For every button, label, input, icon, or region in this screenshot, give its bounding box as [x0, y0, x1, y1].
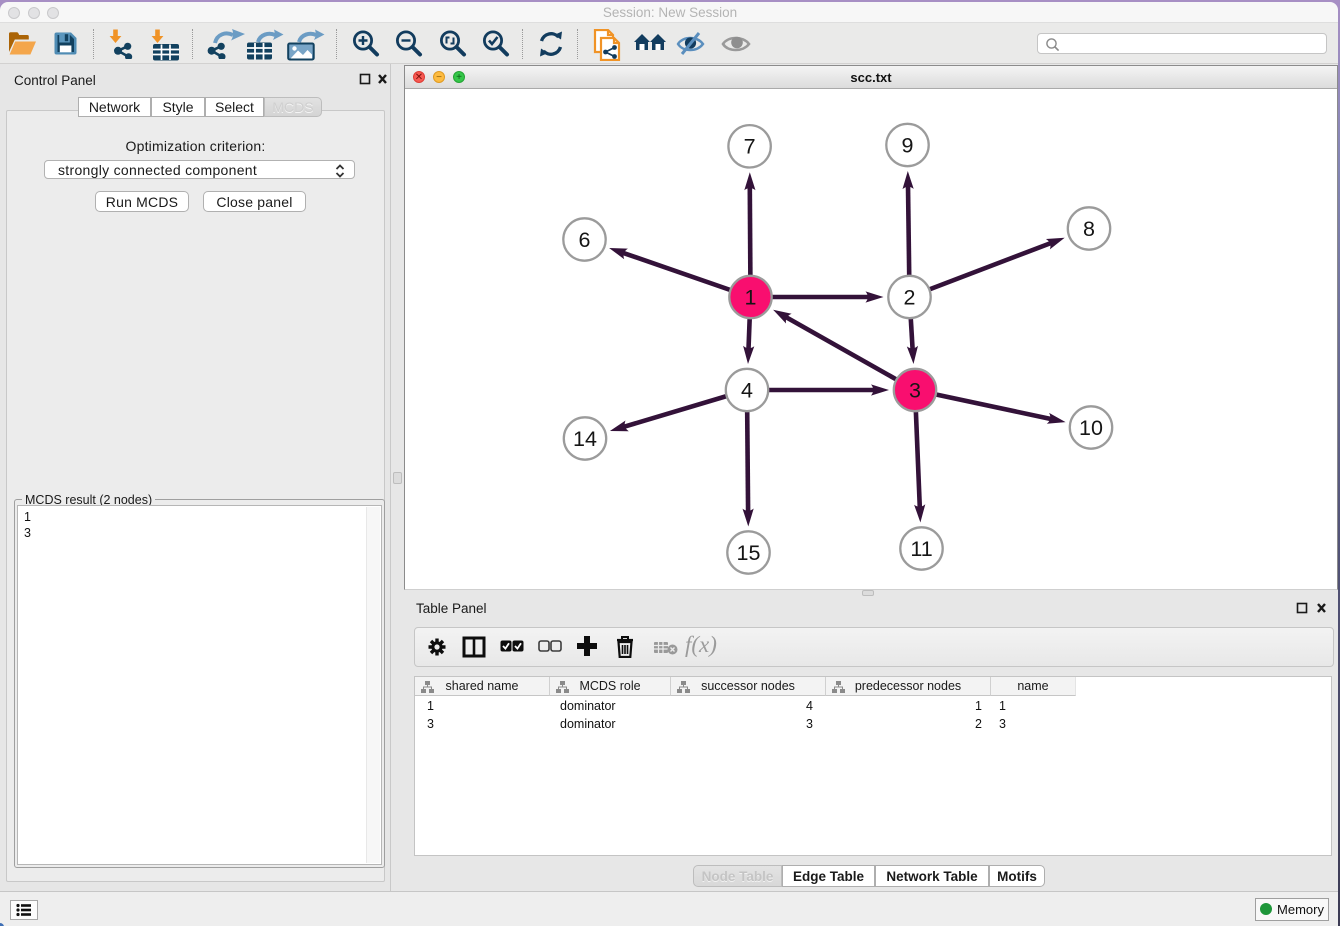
svg-text:11: 11 [910, 537, 932, 561]
svg-text:3: 3 [909, 378, 921, 402]
svg-text:2: 2 [904, 285, 916, 309]
svg-text:4: 4 [741, 378, 753, 402]
svg-text:6: 6 [579, 228, 591, 252]
svg-text:8: 8 [1083, 217, 1095, 241]
svg-text:7: 7 [744, 135, 756, 159]
svg-text:15: 15 [737, 541, 761, 565]
svg-text:10: 10 [1079, 416, 1103, 440]
svg-text:1: 1 [745, 285, 757, 309]
svg-text:14: 14 [573, 427, 597, 451]
svg-text:9: 9 [902, 133, 914, 157]
